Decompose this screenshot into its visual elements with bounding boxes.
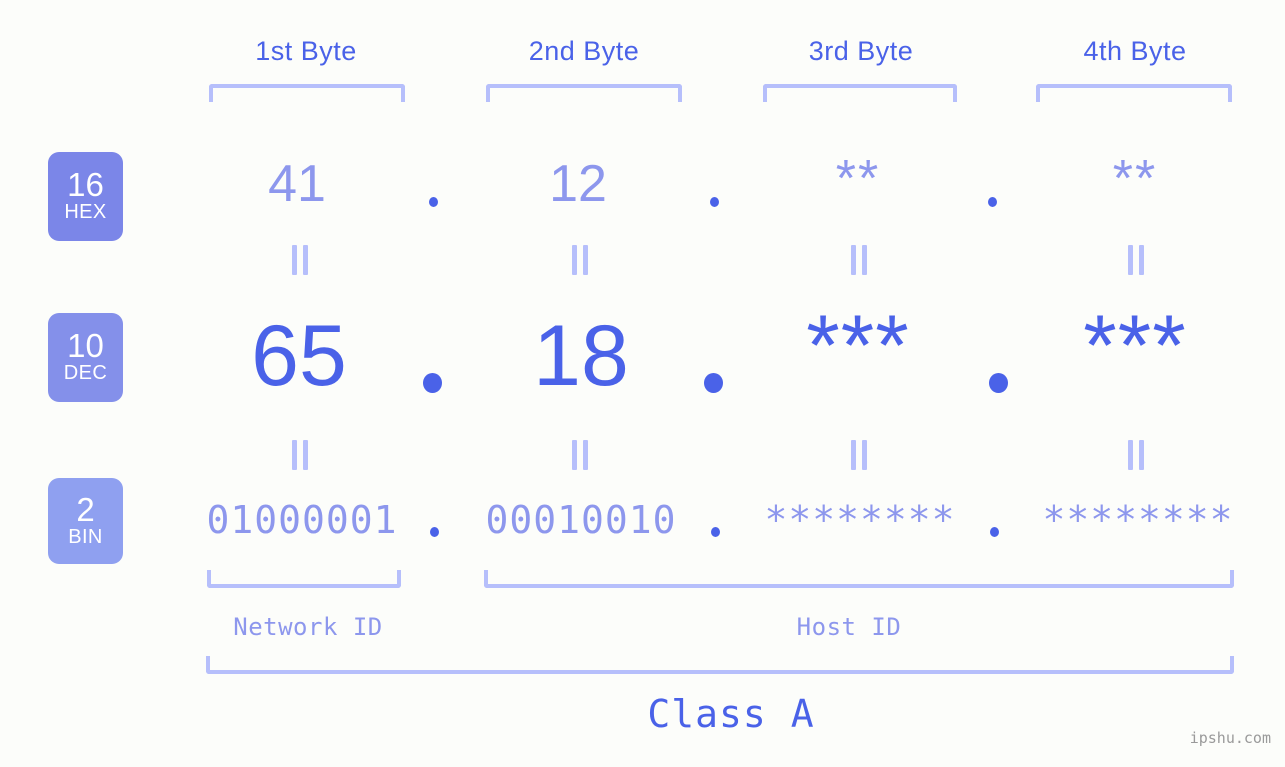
hex-separator-1 xyxy=(429,197,438,207)
base-badge-bin-number: 2 xyxy=(76,490,95,528)
byte-header-4: 4th Byte xyxy=(1083,36,1187,66)
dec-byte-3: *** xyxy=(806,298,910,394)
ip-class-label: Class A xyxy=(647,692,815,736)
equals-marker-dec-bin-2 xyxy=(572,440,588,470)
dec-separator-1 xyxy=(423,373,442,393)
dec-separator-2 xyxy=(704,373,723,393)
bin-separator-1 xyxy=(430,527,439,537)
hex-separator-2 xyxy=(710,197,719,207)
byte-header-2: 2nd Byte xyxy=(528,36,640,66)
byte-header-3: 3rd Byte xyxy=(808,36,914,66)
hex-byte-2: 12 xyxy=(549,155,607,213)
hex-byte-4: ** xyxy=(1112,150,1158,208)
bin-byte-2: 00010010 xyxy=(485,498,677,542)
equals-marker-hex-dec-4 xyxy=(1128,245,1144,275)
host-id-label: Host ID xyxy=(796,613,902,641)
equals-marker-hex-dec-3 xyxy=(851,245,867,275)
dec-byte-1: 65 xyxy=(251,308,347,404)
hex-byte-1: 41 xyxy=(268,155,326,213)
dec-separator-3 xyxy=(989,373,1008,393)
byte-bracket-2 xyxy=(486,84,682,102)
dec-byte-4: *** xyxy=(1083,298,1187,394)
base-badge-bin: 2 BIN xyxy=(48,478,123,564)
bin-separator-3 xyxy=(990,527,999,537)
byte-bracket-1 xyxy=(209,84,405,102)
base-badge-hex-label: HEX xyxy=(64,201,107,223)
base-badge-dec-label: DEC xyxy=(63,362,108,384)
bin-byte-1: 01000001 xyxy=(206,498,398,542)
base-badge-dec: 10 DEC xyxy=(48,313,123,402)
network-id-bracket xyxy=(207,570,401,588)
equals-marker-hex-dec-2 xyxy=(572,245,588,275)
equals-marker-dec-bin-1 xyxy=(292,440,308,470)
bin-byte-3: ******** xyxy=(764,498,956,542)
site-watermark: ipshu.com xyxy=(1189,729,1271,747)
hex-separator-3 xyxy=(988,197,997,207)
base-badge-bin-label: BIN xyxy=(68,525,103,548)
equals-marker-hex-dec-1 xyxy=(292,245,308,275)
byte-header-1: 1st Byte xyxy=(255,36,357,66)
base-badge-dec-number: 10 xyxy=(67,327,104,364)
bin-separator-2 xyxy=(711,527,720,537)
hex-byte-3: ** xyxy=(835,150,881,208)
ip-class-bracket xyxy=(206,656,1234,674)
equals-marker-dec-bin-4 xyxy=(1128,440,1144,470)
network-id-label: Network ID xyxy=(233,613,383,641)
byte-bracket-3 xyxy=(763,84,957,102)
bin-byte-4: ******** xyxy=(1042,498,1234,542)
host-id-bracket xyxy=(484,570,1234,588)
base-badge-hex-number: 16 xyxy=(67,166,104,203)
ip-class-diagram: 1st Byte 2nd Byte 3rd Byte 4th Byte 16 H… xyxy=(0,0,1285,767)
base-badge-hex: 16 HEX xyxy=(48,152,123,241)
dec-byte-2: 18 xyxy=(533,308,629,404)
byte-bracket-4 xyxy=(1036,84,1232,102)
equals-marker-dec-bin-3 xyxy=(851,440,867,470)
